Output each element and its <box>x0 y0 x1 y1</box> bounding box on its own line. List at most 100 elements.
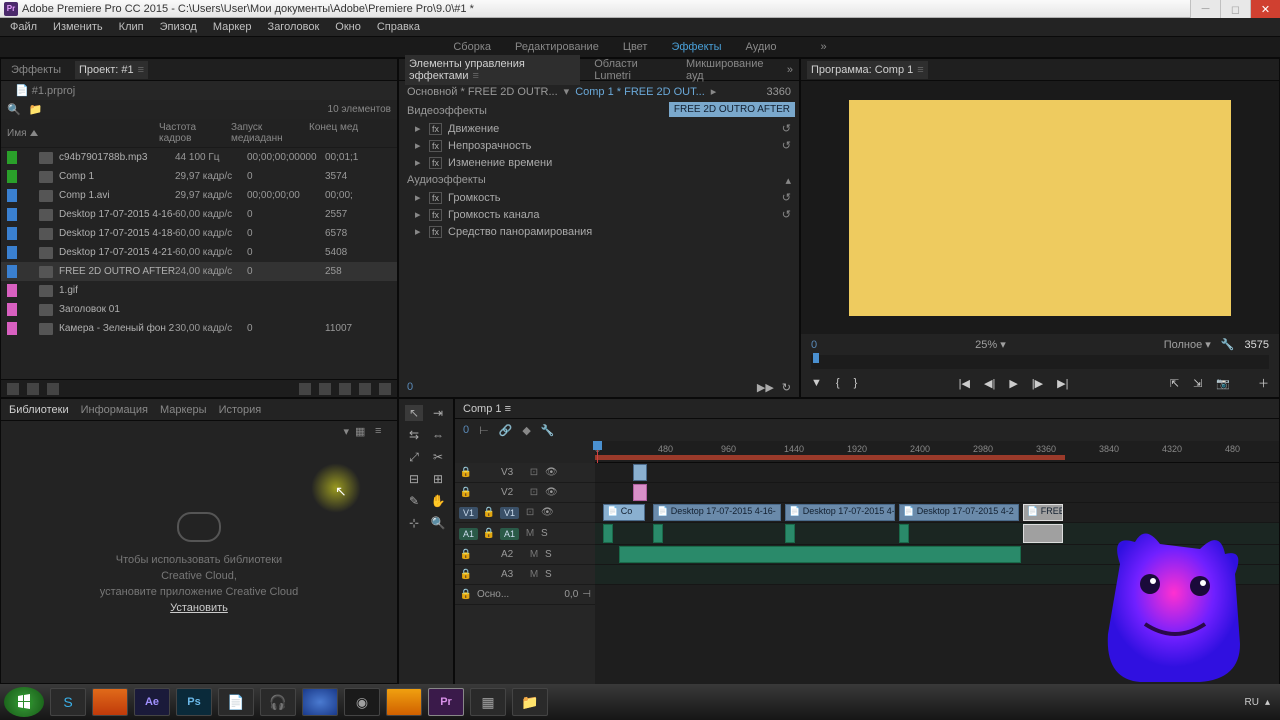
menu-sequence[interactable]: Эпизод <box>154 19 203 35</box>
taskbar-skype[interactable]: S <box>50 688 86 716</box>
list-view-icon[interactable]: ≡ <box>375 425 389 439</box>
tray-up-icon[interactable]: ▴ <box>1265 697 1270 708</box>
taskbar-audio[interactable]: 🎧 <box>260 688 296 716</box>
project-item[interactable]: c94b7901788b.mp344 100 Гц00;00;00;000000… <box>1 148 397 167</box>
new-item-icon[interactable] <box>359 383 371 395</box>
extract-icon[interactable]: ⇲ <box>1193 377 1202 390</box>
rate-stretch-tool-icon[interactable]: ⤢ <box>405 449 423 465</box>
track-header-a2[interactable]: 🔒A2MS <box>455 545 595 565</box>
freeform-icon[interactable] <box>47 383 59 395</box>
tab-lumetri[interactable]: Области Lumetri <box>590 55 672 85</box>
pen-tool-icon[interactable]: ✎ <box>405 493 423 509</box>
project-item[interactable]: Comp 1.avi29,97 кадр/с00;00;00;0000;00; <box>1 186 397 205</box>
timeline-clip[interactable]: 📄 Desktop 17-07-2015 4-16- <box>653 504 781 521</box>
menu-edit[interactable]: Изменить <box>47 19 109 35</box>
find-icon[interactable] <box>319 383 331 395</box>
program-timebar[interactable] <box>811 355 1269 369</box>
start-button[interactable] <box>4 687 44 717</box>
menu-window[interactable]: Окно <box>329 19 367 35</box>
timeline-clip[interactable]: 📄 FREE <box>1023 504 1063 521</box>
track-header-master[interactable]: 🔒Осно...0,0⊣ <box>455 585 595 605</box>
clip[interactable] <box>633 464 647 481</box>
taskbar-app[interactable]: ▦ <box>470 688 506 716</box>
project-item[interactable]: FREE 2D OUTRO AFTER EFF24,00 кадр/с0258 <box>1 262 397 281</box>
program-playhead[interactable] <box>813 353 819 363</box>
taskbar-firefox[interactable] <box>92 688 128 716</box>
tab-info[interactable]: Информация <box>81 404 148 416</box>
slide-tool-icon[interactable]: ⊞ <box>429 471 447 487</box>
minimize-button[interactable]: ─ <box>1190 0 1220 18</box>
timeline-clip[interactable] <box>653 524 663 543</box>
tab-markers[interactable]: Маркеры <box>160 404 207 416</box>
track-header-v1[interactable]: V1🔒V1⊡👁 <box>455 503 595 523</box>
tray-lang[interactable]: RU <box>1245 697 1259 708</box>
install-link[interactable]: Установить <box>170 602 228 614</box>
new-bin-icon[interactable] <box>339 383 351 395</box>
lift-icon[interactable]: ⇱ <box>1170 377 1179 390</box>
project-item[interactable]: 1.gif <box>1 281 397 300</box>
step-fwd-icon[interactable]: |▶ <box>1032 377 1043 390</box>
project-item[interactable]: Desktop 17-07-2015 4-18-060,00 кадр/с065… <box>1 224 397 243</box>
program-tc-left[interactable]: 0 <box>811 339 817 351</box>
play-icon[interactable]: ▶ <box>1009 377 1017 390</box>
ws-audio[interactable]: Аудио <box>745 41 776 53</box>
settings-icon[interactable]: 🔧 <box>541 424 555 437</box>
lib-dropdown[interactable]: ▾ <box>343 425 349 439</box>
taskbar-premiere[interactable]: Pr <box>428 688 464 716</box>
taskbar-obs[interactable]: ◉ <box>344 688 380 716</box>
goto-out-icon[interactable]: ▶| <box>1057 377 1068 390</box>
export-frame-icon[interactable]: 📷 <box>1216 377 1230 390</box>
zoom-tool-icon[interactable]: 🔍 <box>429 515 447 531</box>
sequence-tab[interactable]: Comp 1 ≡ <box>463 403 511 415</box>
tab-libraries[interactable]: Библиотеки <box>9 404 69 416</box>
snap-icon[interactable]: ⊢ <box>479 424 489 437</box>
razor-tool-icon[interactable]: ✂ <box>429 449 447 465</box>
loop-icon[interactable]: ↻ <box>782 381 791 394</box>
work-area[interactable] <box>595 455 1065 460</box>
settings-icon[interactable]: 🔧 <box>1221 338 1235 351</box>
track-header-a3[interactable]: 🔒A3MS <box>455 565 595 585</box>
auto-sequence-icon[interactable] <box>299 383 311 395</box>
ws-assembly[interactable]: Сборка <box>453 41 491 53</box>
timeline-tc[interactable]: 0 <box>463 424 469 436</box>
menu-help[interactable]: Справка <box>371 19 426 35</box>
project-item[interactable]: Desktop 17-07-2015 4-21-360,00 кадр/с054… <box>1 243 397 262</box>
tab-history[interactable]: История <box>219 404 262 416</box>
menu-clip[interactable]: Клип <box>113 19 150 35</box>
trash-icon[interactable] <box>379 383 391 395</box>
selection-tool-icon[interactable]: ↖ <box>405 405 423 421</box>
icon-view-icon[interactable] <box>27 383 39 395</box>
effect-row[interactable]: ▸fxГромкость↺ <box>407 189 791 206</box>
audio-effects-header[interactable]: Аудиоэффекты▴ <box>407 171 791 189</box>
timeline-clip[interactable] <box>899 524 909 543</box>
sort-asc-icon[interactable] <box>30 130 38 136</box>
track-header-v2[interactable]: 🔒V2⊡👁 <box>455 483 595 503</box>
effect-row[interactable]: ▸fxСредство панорамирования <box>407 223 791 240</box>
play-around-icon[interactable]: ▶▶ <box>757 381 774 394</box>
project-item[interactable]: Desktop 17-07-2015 4-16-560,00 кадр/с025… <box>1 205 397 224</box>
timeline-clip[interactable]: 📄 Desktop 17-07-2015 4-2 <box>899 504 1019 521</box>
marker-icon[interactable]: ◆ <box>522 424 530 437</box>
taskbar-bandicam[interactable] <box>386 688 422 716</box>
tab-project[interactable]: Проект: #1≡ <box>75 61 148 79</box>
ws-effects[interactable]: Эффекты <box>671 41 721 53</box>
search-icon[interactable]: 🔍 <box>7 103 21 116</box>
taskbar-browser[interactable] <box>302 688 338 716</box>
tab-audio-mixer[interactable]: Микширование ауд <box>682 55 777 85</box>
zoom-select[interactable]: 25% ▾ <box>975 338 1006 351</box>
close-button[interactable]: ✕ <box>1250 0 1280 18</box>
taskbar-doc[interactable]: 📄 <box>218 688 254 716</box>
effect-row[interactable]: ▸fxГромкость канала↺ <box>407 206 791 223</box>
mark-out-icon[interactable]: } <box>854 377 858 389</box>
bin-icon[interactable]: 📁 <box>29 103 43 116</box>
effect-row[interactable]: ▸fxНепрозрачность↺ <box>407 137 791 154</box>
tab-effects[interactable]: Эффекты <box>7 61 65 79</box>
menu-title[interactable]: Заголовок <box>262 19 326 35</box>
maximize-button[interactable]: ◻ <box>1220 0 1250 18</box>
track-select-tool-icon[interactable]: ⇥ <box>429 405 447 421</box>
effect-row[interactable]: ▸fxИзменение времени <box>407 154 791 171</box>
button-editor-icon[interactable]: ＋ <box>1258 375 1269 391</box>
step-back-icon[interactable]: ◀| <box>984 377 995 390</box>
timeline-clip[interactable] <box>603 524 613 543</box>
mark-in-icon[interactable]: { <box>836 377 840 389</box>
